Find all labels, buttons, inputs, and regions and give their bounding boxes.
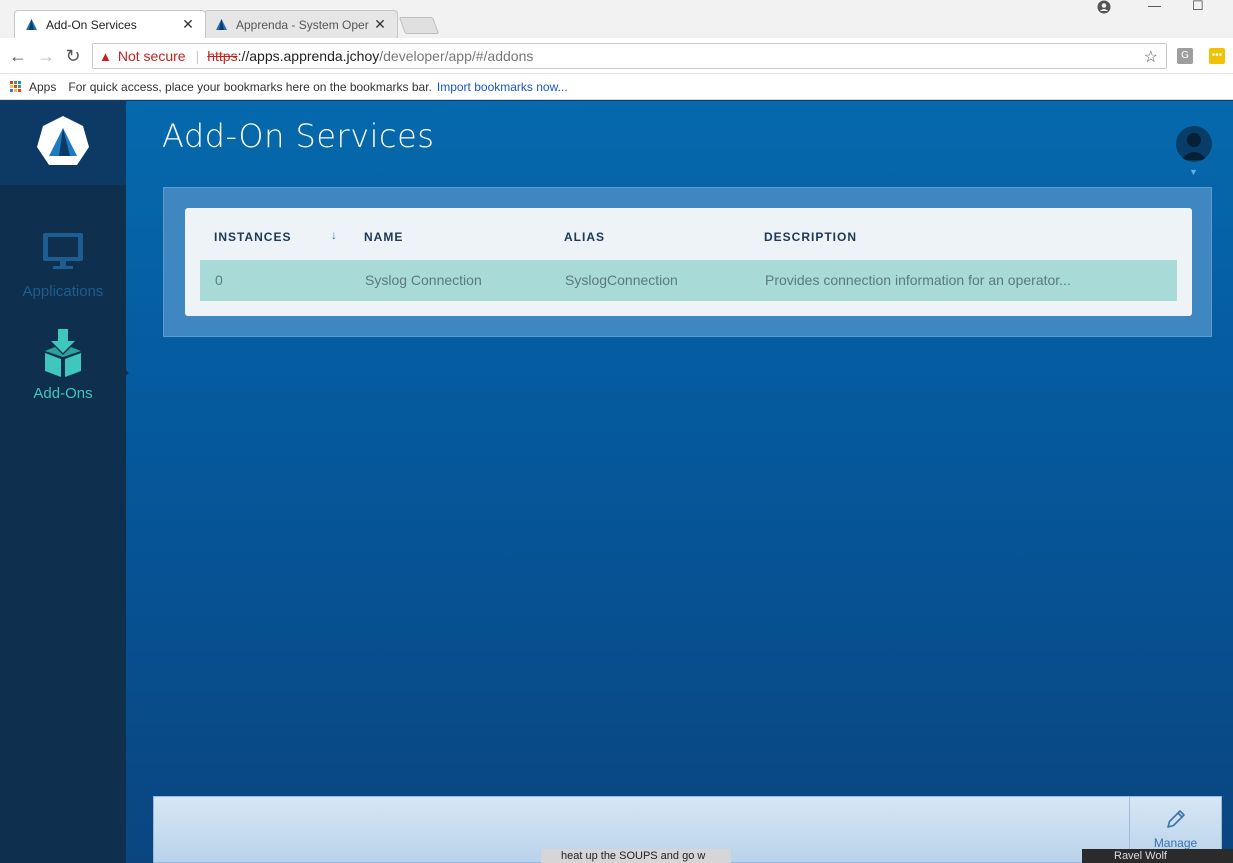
apprenda-favicon-icon — [25, 18, 38, 31]
addons-table: INSTANCES ↓ NAME ALIAS DESCRIPTION 0 Sys… — [185, 208, 1192, 316]
sidebar-item-label: Add-Ons — [33, 385, 93, 402]
tab-add-on-services[interactable]: Add-On Services ✕ — [14, 10, 206, 38]
profile-icon[interactable] — [1097, 0, 1111, 17]
back-arrow-icon[interactable]: ← — [8, 46, 28, 66]
tab-apprenda-system-operations[interactable]: Apprenda - System Oper ✕ — [204, 10, 398, 38]
bookmark-apps-link[interactable]: Apps — [29, 80, 56, 94]
import-bookmarks-link[interactable]: Import bookmarks now... — [437, 80, 568, 94]
new-tab-button[interactable] — [398, 17, 440, 34]
browser-tabstrip: Add-On Services ✕ Apprenda - System Oper… — [0, 0, 1233, 38]
close-tab-icon[interactable]: ✕ — [181, 16, 195, 33]
column-header-instances[interactable]: INSTANCES — [214, 230, 291, 244]
security-warning-label[interactable]: Not secure — [118, 48, 186, 64]
column-header-description[interactable]: DESCRIPTION — [764, 230, 857, 244]
url-path: /developer/app/#/addons — [379, 48, 534, 64]
warning-triangle-icon: ▲ — [99, 48, 112, 64]
sidebar-item-label: Applications — [22, 283, 104, 300]
forward-arrow-icon[interactable]: → — [36, 46, 56, 66]
table-row[interactable]: 0 Syslog Connection SyslogConnection Pro… — [200, 260, 1177, 301]
g-extension-icon[interactable]: G — [1177, 48, 1193, 64]
monitor-icon — [41, 231, 85, 275]
tab-label: Add-On Services — [46, 17, 137, 32]
sidebar-item-add-ons[interactable]: Add-Ons — [0, 329, 126, 402]
bookmarks-bar: Apps For quick access, place your bookma… — [0, 74, 1233, 100]
apps-grid-icon[interactable] — [10, 81, 21, 92]
reload-icon[interactable]: ↻ — [63, 46, 83, 66]
active-nav-pointer — [122, 367, 129, 379]
logo-area[interactable] — [0, 101, 126, 185]
browser-toolbar: ← → ↻ ▲ Not secure | https ://apps.appre… — [0, 38, 1233, 74]
tab-label: Apprenda - System Oper — [236, 17, 369, 32]
bookmarks-hint: For quick access, place your bookmarks h… — [68, 79, 432, 94]
minimize-icon[interactable]: — — [1148, 0, 1161, 13]
sidebar-item-applications[interactable]: Applications — [0, 231, 126, 300]
manage-label: Manage — [1153, 836, 1198, 850]
app-container: Applications Add-Ons Add-On Services ▼ I… — [0, 101, 1233, 863]
cell-description: Provides connection information for an o… — [765, 272, 1071, 288]
cell-instances: 0 — [215, 272, 223, 288]
column-header-alias[interactable]: ALIAS — [564, 230, 605, 244]
sidebar: Applications Add-Ons — [0, 101, 126, 863]
background-window-snippet-right: Ravel Wolf — [1082, 849, 1233, 863]
apprenda-logo-icon[interactable] — [35, 114, 91, 173]
url-host: ://apps.apprenda.jchoy — [237, 48, 380, 64]
user-avatar[interactable] — [1176, 126, 1212, 162]
maximize-icon[interactable]: ☐ — [1192, 0, 1204, 14]
cell-alias: SyslogConnection — [565, 272, 678, 288]
page-title: Add-On Services — [162, 117, 435, 155]
apprenda-favicon-icon — [215, 18, 228, 31]
column-header-name[interactable]: NAME — [364, 230, 403, 244]
address-bar[interactable]: ▲ Not secure | https ://apps.apprenda.jc… — [92, 43, 1167, 69]
chevron-down-icon[interactable]: ▼ — [1189, 167, 1198, 177]
pencil-icon — [1164, 807, 1188, 834]
url-scheme: https — [207, 48, 238, 64]
bookmark-star-icon[interactable]: ☆ — [1144, 47, 1158, 67]
omnibox-divider: | — [195, 48, 200, 64]
background-window-snippet: heat up the SOUPS and go w — [541, 849, 731, 863]
box-download-icon — [43, 329, 83, 381]
addons-panel: INSTANCES ↓ NAME ALIAS DESCRIPTION 0 Sys… — [163, 187, 1212, 337]
sort-down-arrow-icon[interactable]: ↓ — [331, 228, 337, 242]
dots-extension-icon[interactable]: ••• — [1209, 48, 1225, 64]
cell-name: Syslog Connection — [365, 272, 482, 288]
close-tab-icon[interactable]: ✕ — [373, 16, 387, 33]
